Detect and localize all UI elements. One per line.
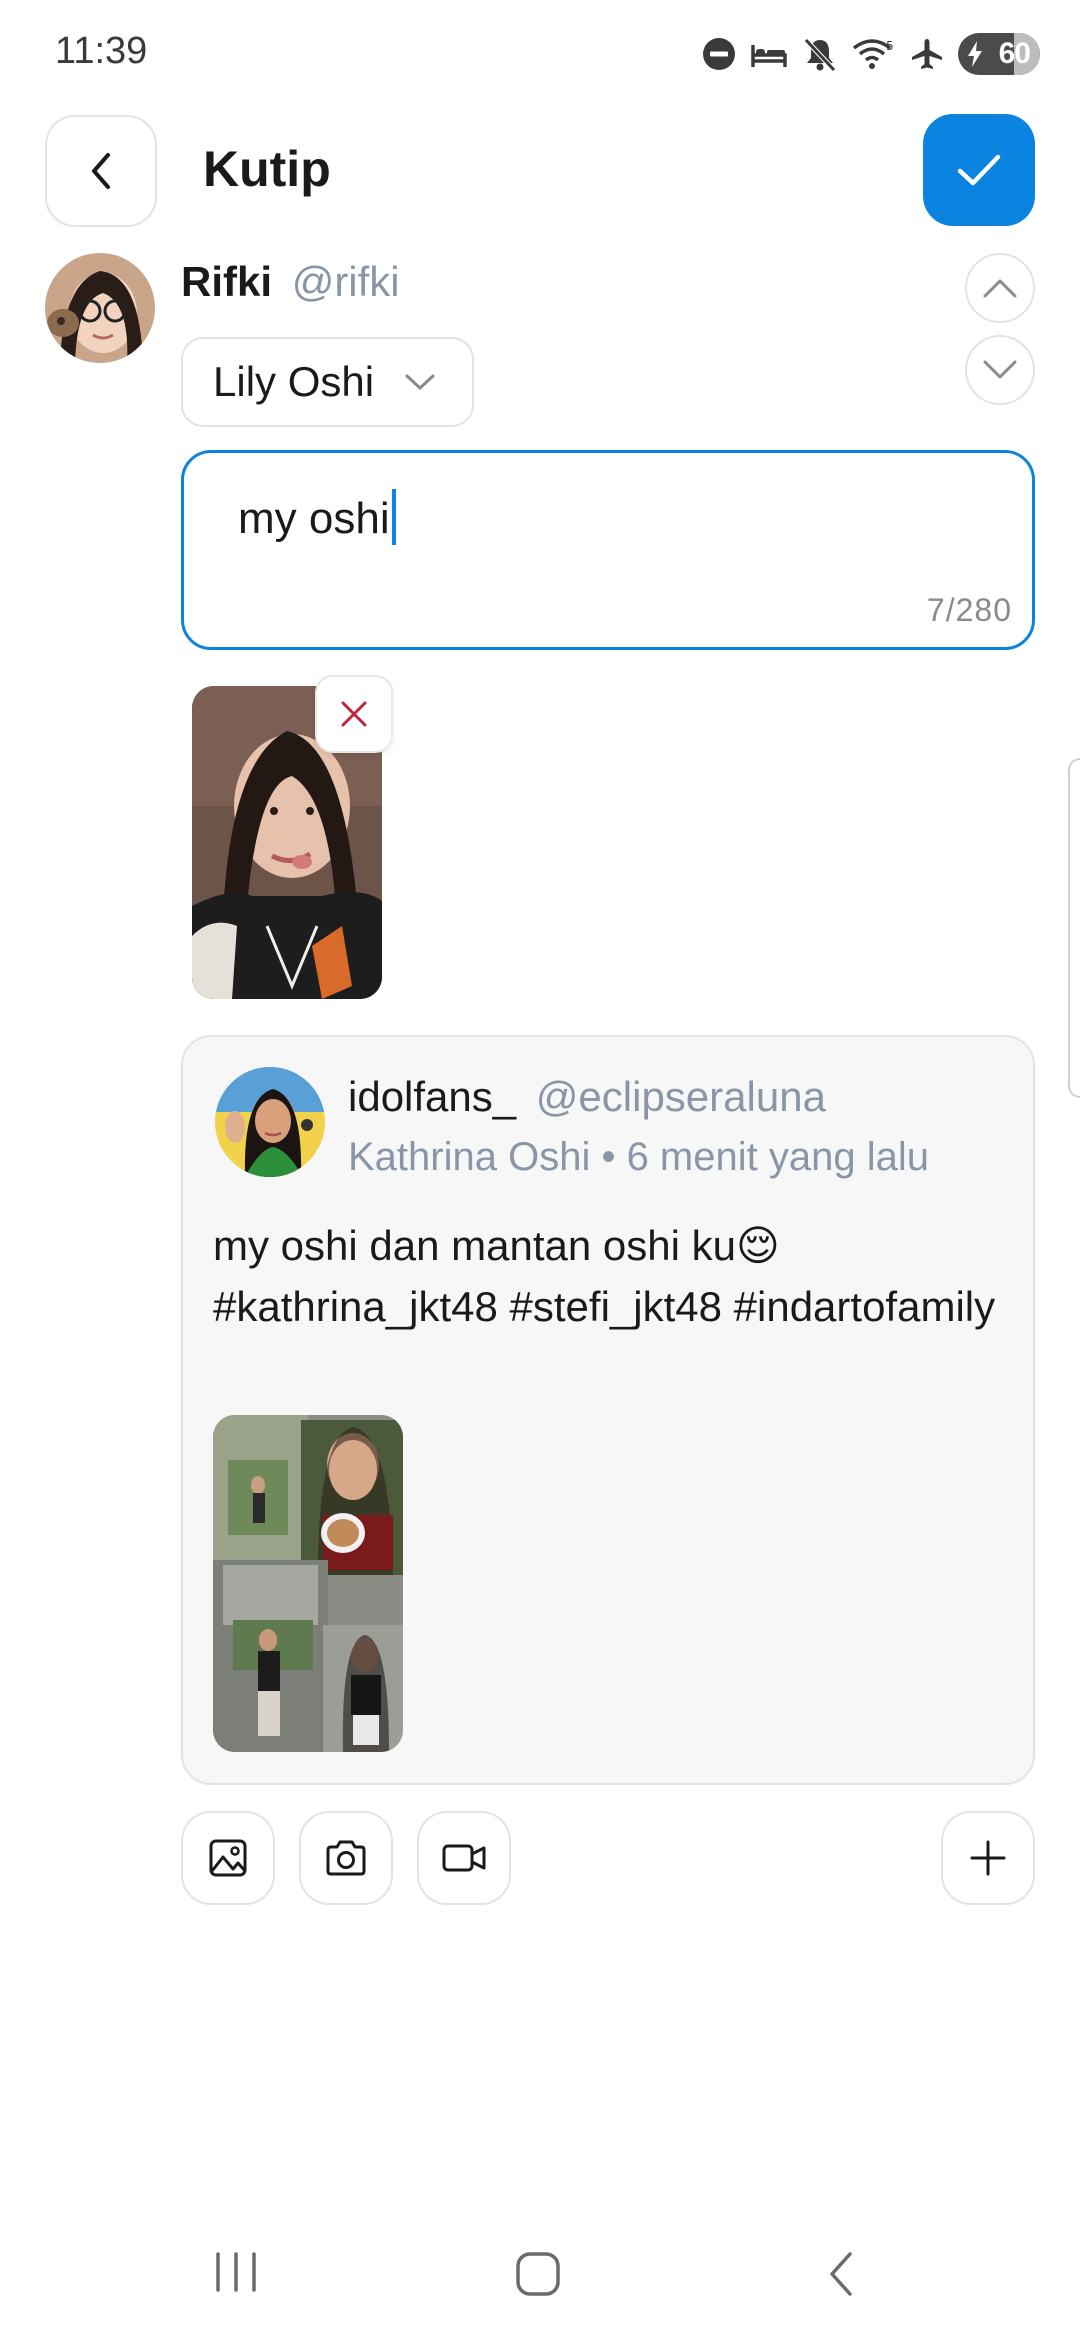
community-select-value: Lily Oshi <box>213 358 375 405</box>
recent-apps-icon <box>216 2252 256 2292</box>
airplane-icon <box>912 39 942 69</box>
user-handle: @rifki <box>291 258 400 305</box>
close-icon <box>341 701 367 727</box>
status-time: 11:39 <box>55 30 148 72</box>
camera-icon <box>326 1840 366 1876</box>
svg-text:5: 5 <box>886 39 894 53</box>
quoted-post-image[interactable] <box>213 1415 403 1752</box>
user-name: Rifki <box>181 258 273 305</box>
camera-button[interactable] <box>299 1811 393 1905</box>
status-bar: 11:39 5 60 <box>0 0 1080 112</box>
recent-apps-button[interactable] <box>212 2250 260 2294</box>
confirm-button[interactable] <box>923 114 1035 226</box>
system-navigation-bar <box>0 2220 1080 2340</box>
quoted-user-identity: idolfans_ @eclipseraluna <box>348 1073 826 1121</box>
back-icon <box>830 2252 852 2296</box>
community-select[interactable]: Lily Oshi <box>181 337 474 427</box>
scroll-down-button[interactable] <box>965 335 1035 405</box>
battery-percent: 60 <box>998 37 1031 70</box>
chevron-up-icon <box>983 279 1017 298</box>
page-title: Kutip <box>203 141 331 197</box>
sleep-icon <box>751 45 787 67</box>
char-counter: 7/280 <box>926 592 1012 628</box>
home-icon <box>516 2252 560 2296</box>
quoted-post-meta: Kathrina Oshi • 6 menit yang lalu <box>348 1135 929 1179</box>
image-icon <box>209 1839 247 1877</box>
wifi-icon: 5 <box>852 39 894 69</box>
scroll-indicator[interactable] <box>1068 758 1080 1098</box>
add-image-button[interactable] <box>181 1811 275 1905</box>
mute-icon <box>804 38 836 72</box>
quoted-post-text: my oshi dan mantan oshi ku😌 #kathrina_jk… <box>213 1222 996 1330</box>
video-button[interactable] <box>417 1811 511 1905</box>
status-icons: 5 60 <box>702 32 1040 76</box>
chevron-left-icon <box>92 153 110 189</box>
scroll-up-button[interactable] <box>965 253 1035 323</box>
chevron-down-icon <box>405 374 435 390</box>
text-caret <box>391 489 396 545</box>
remove-attachment-button[interactable] <box>315 675 393 753</box>
post-text-input[interactable]: my oshi 7/280 <box>181 450 1035 650</box>
quoted-user-avatar <box>215 1067 325 1177</box>
back-button[interactable] <box>45 115 157 227</box>
user-avatar[interactable] <box>45 253 155 363</box>
plus-icon <box>970 1840 1006 1876</box>
video-icon <box>442 1844 486 1872</box>
do-not-disturb-icon <box>703 38 735 70</box>
battery-icon: 60 <box>958 33 1040 75</box>
more-options-button[interactable] <box>941 1811 1035 1905</box>
quoted-user-handle: @eclipseraluna <box>535 1073 826 1120</box>
quoted-user-name: idolfans_ <box>348 1073 517 1120</box>
check-icon <box>957 154 1001 186</box>
system-back-button[interactable] <box>826 2250 858 2298</box>
quoted-post-card[interactable]: idolfans_ @eclipseraluna Kathrina Oshi •… <box>181 1035 1035 1785</box>
post-text-value: my oshi <box>238 494 390 543</box>
user-identity: Rifki @rifki <box>181 258 400 306</box>
home-button[interactable] <box>514 2250 562 2298</box>
chevron-down-icon <box>983 360 1017 379</box>
